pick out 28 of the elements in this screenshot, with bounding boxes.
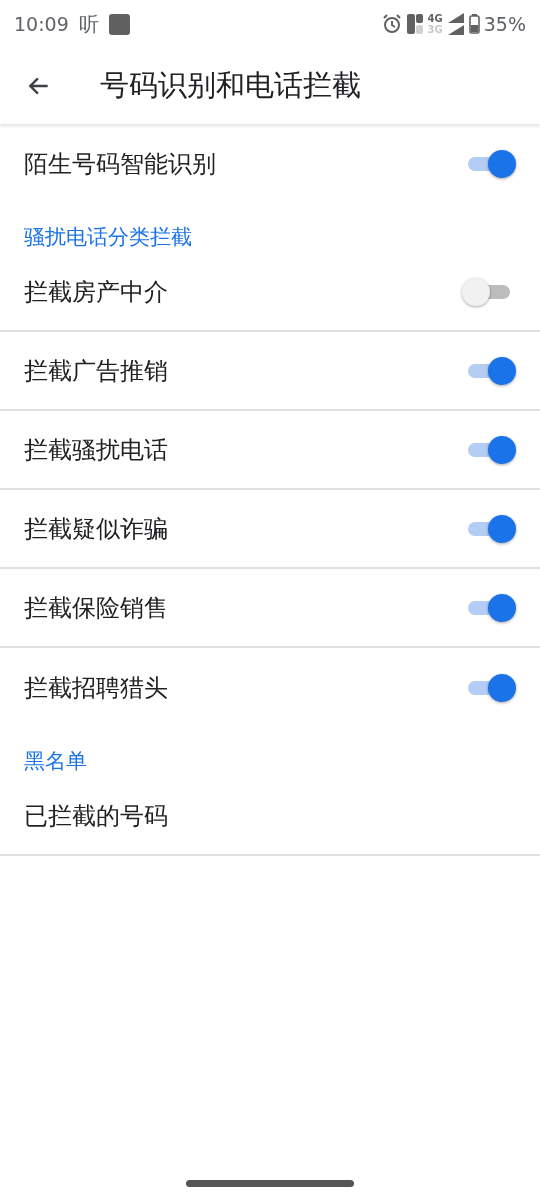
row-label: 拦截房产中介 — [24, 276, 168, 308]
section-header: 黑名单 — [24, 747, 87, 775]
row-label: 拦截骚扰电话 — [24, 434, 168, 466]
settings-row[interactable]: 陌生号码智能识别 — [0, 124, 540, 203]
row-label: 拦截广告推销 — [24, 355, 168, 387]
row-label: 陌生号码智能识别 — [24, 148, 216, 180]
notification-square-icon — [108, 13, 130, 35]
sim-icon — [405, 13, 424, 35]
settings-row[interactable]: 拦截房产中介 — [0, 253, 540, 332]
row-label: 拦截保险销售 — [24, 592, 168, 624]
settings-row[interactable]: 拦截疑似诈骗 — [0, 490, 540, 569]
alarm-icon — [381, 14, 402, 34]
battery-percent: 35% — [483, 11, 526, 37]
settings-row[interactable]: 拦截招聘猎头 — [0, 648, 540, 727]
settings-row[interactable]: 拦截骚扰电话 — [0, 411, 540, 490]
app-glyph: 听 — [78, 11, 99, 38]
network-type: 4G — [427, 13, 443, 24]
settings-row[interactable]: 已拦截的号码 — [0, 777, 540, 856]
row-label: 已拦截的号码 — [24, 800, 168, 832]
signal-icon — [446, 12, 465, 36]
section-header: 骚扰电话分类拦截 — [24, 223, 192, 251]
page-title: 号码识别和电话拦截 — [100, 67, 361, 105]
row-label: 拦截疑似诈骗 — [24, 513, 168, 545]
clock-time: 10:09 — [14, 11, 69, 37]
settings-row[interactable]: 拦截保险销售 — [0, 569, 540, 648]
row-label: 拦截招聘猎头 — [24, 672, 168, 704]
settings-row[interactable]: 拦截广告推销 — [0, 332, 540, 411]
battery-icon — [468, 14, 480, 34]
